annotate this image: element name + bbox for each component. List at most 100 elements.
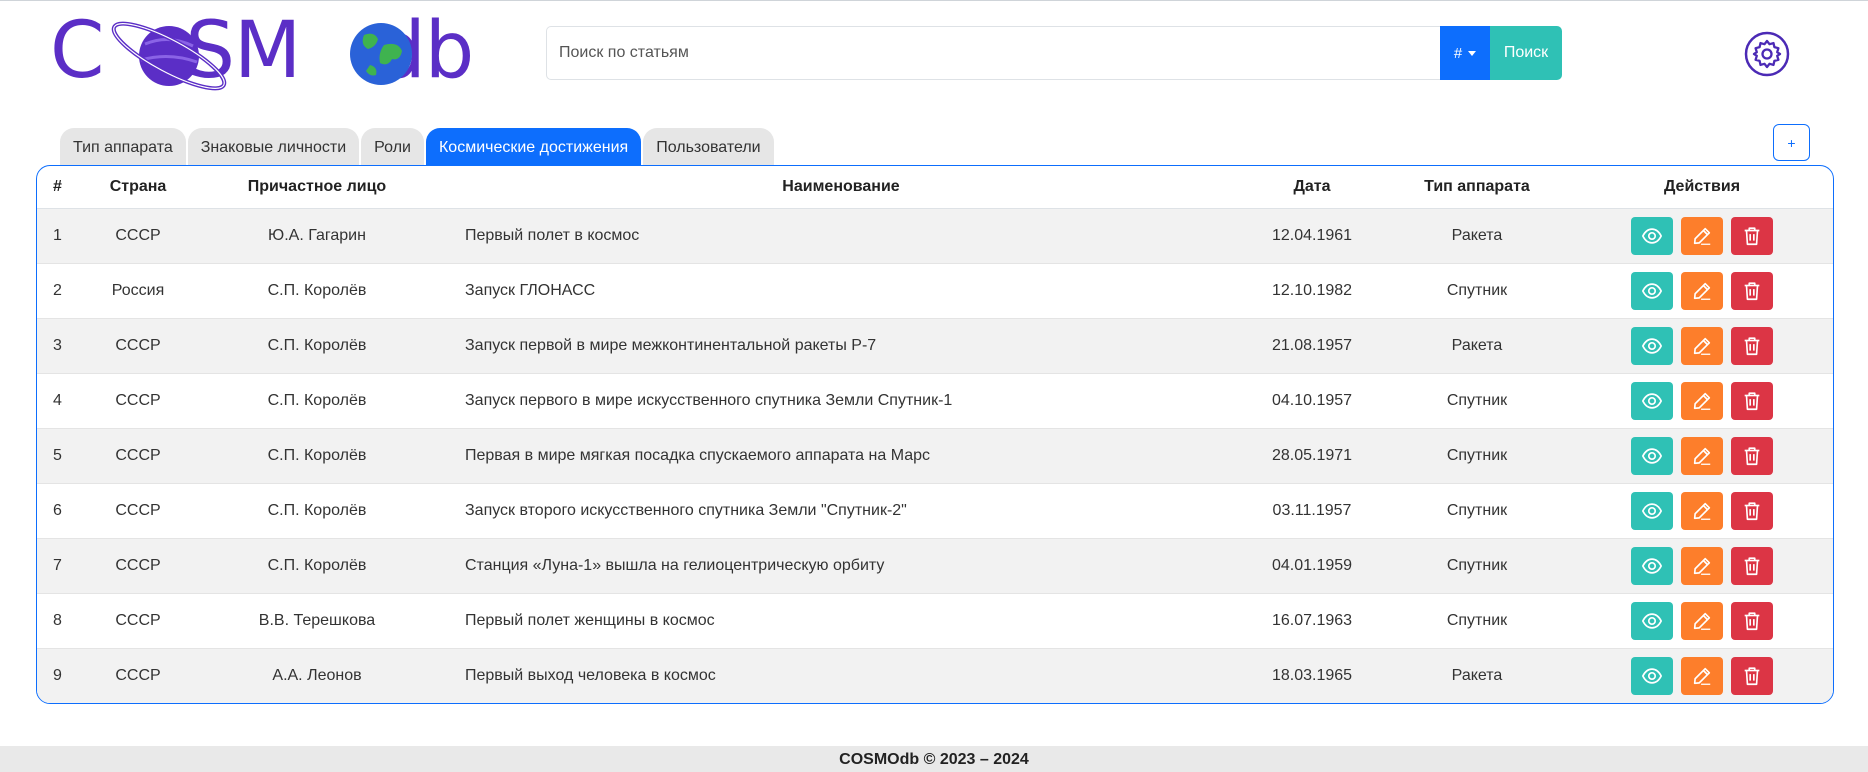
- pencil-icon: [1693, 392, 1711, 410]
- cell-date: 04.10.1957: [1241, 373, 1383, 429]
- delete-button[interactable]: [1731, 381, 1773, 420]
- cell-date: 21.08.1957: [1241, 318, 1383, 374]
- delete-button[interactable]: [1731, 491, 1773, 530]
- cell-actions: [1571, 208, 1833, 264]
- table-row: 1 СССР Ю.А. Гагарин Первый полет в космос 12…: [37, 208, 1833, 264]
- cell-person: В.В. Терешкова: [193, 593, 441, 649]
- cell-actions: [1571, 263, 1833, 319]
- tab-notable-persons[interactable]: Знаковые личности: [187, 128, 360, 166]
- delete-button[interactable]: [1731, 436, 1773, 475]
- cell-device-type: Спутник: [1383, 538, 1571, 594]
- table-row: 3 СССР С.П. Королёв Запуск первой в мире ме…: [37, 318, 1833, 374]
- cell-title: Станция «Луна-1» вышла на гелиоцентричес…: [441, 538, 1241, 594]
- view-button[interactable]: [1631, 546, 1673, 585]
- edit-button[interactable]: [1681, 271, 1723, 310]
- edit-button[interactable]: [1681, 326, 1723, 365]
- row-actions: [1571, 546, 1833, 585]
- column-header-country[interactable]: Страна: [83, 166, 193, 209]
- view-button[interactable]: [1631, 216, 1673, 255]
- view-button[interactable]: [1631, 381, 1673, 420]
- cell-person: С.П. Королёв: [193, 263, 441, 319]
- edit-button[interactable]: [1681, 381, 1723, 420]
- view-button[interactable]: [1631, 436, 1673, 475]
- eye-icon: [1641, 612, 1663, 629]
- tab-bar: Тип аппарата Знаковые личности Роли Косм…: [60, 128, 776, 166]
- cell-person: С.П. Королёв: [193, 318, 441, 374]
- cell-number: 5: [37, 428, 83, 484]
- cell-person: А.А. Леонов: [193, 648, 441, 703]
- view-button[interactable]: [1631, 326, 1673, 365]
- cell-country: СССР: [83, 538, 193, 594]
- delete-button[interactable]: [1731, 546, 1773, 585]
- cell-date: 18.03.1965: [1241, 648, 1383, 703]
- edit-button[interactable]: [1681, 601, 1723, 640]
- view-button[interactable]: [1631, 271, 1673, 310]
- planet-ring-icon: [111, 21, 227, 91]
- delete-button[interactable]: [1731, 271, 1773, 310]
- trash-icon: [1744, 226, 1760, 245]
- edit-button[interactable]: [1681, 216, 1723, 255]
- app-logo[interactable]: C SM db: [50, 12, 474, 91]
- pencil-icon: [1693, 557, 1711, 575]
- column-header-title[interactable]: Наименование: [441, 166, 1241, 209]
- cell-number: 6: [37, 483, 83, 539]
- cell-actions: [1571, 593, 1833, 649]
- edit-button[interactable]: [1681, 491, 1723, 530]
- search-input[interactable]: [546, 26, 1440, 80]
- delete-button[interactable]: [1731, 601, 1773, 640]
- eye-icon: [1641, 227, 1663, 244]
- cell-country: СССР: [83, 648, 193, 703]
- eye-icon: [1641, 337, 1663, 354]
- cell-number: 8: [37, 593, 83, 649]
- cell-date: 12.10.1982: [1241, 263, 1383, 319]
- trash-icon: [1744, 446, 1760, 465]
- cell-person: С.П. Королёв: [193, 373, 441, 429]
- column-header-number[interactable]: #: [37, 166, 83, 209]
- add-record-button[interactable]: +: [1773, 124, 1810, 161]
- search-button[interactable]: Поиск: [1490, 26, 1562, 80]
- cell-actions: [1571, 483, 1833, 539]
- cell-actions: [1571, 318, 1833, 374]
- gear-icon[interactable]: [1744, 31, 1790, 77]
- column-header-date[interactable]: Дата: [1241, 166, 1383, 209]
- cell-person: С.П. Королёв: [193, 428, 441, 484]
- footer-copyright: COSMOdb © 2023 – 2024: [839, 751, 1029, 768]
- cell-title: Первый полет женщины в космос: [441, 593, 1241, 649]
- cell-number: 3: [37, 318, 83, 374]
- tab-users[interactable]: Пользователи: [643, 128, 774, 166]
- delete-button[interactable]: [1731, 216, 1773, 255]
- column-header-device-type[interactable]: Тип аппарата: [1383, 166, 1571, 209]
- trash-icon: [1744, 501, 1760, 520]
- view-button[interactable]: [1631, 491, 1673, 530]
- search-filter-dropdown[interactable]: #: [1440, 26, 1490, 80]
- pencil-icon: [1693, 612, 1711, 630]
- cell-title: Запуск первой в мире межконтинентальной …: [441, 318, 1241, 374]
- cell-device-type: Спутник: [1383, 483, 1571, 539]
- cell-title: Запуск ГЛОНАСС: [441, 263, 1241, 319]
- column-header-person[interactable]: Причастное лицо: [193, 166, 441, 209]
- trash-icon: [1744, 281, 1760, 300]
- edit-button[interactable]: [1681, 436, 1723, 475]
- cell-device-type: Спутник: [1383, 593, 1571, 649]
- caret-down-icon: [1468, 50, 1477, 56]
- delete-button[interactable]: [1731, 656, 1773, 695]
- view-button[interactable]: [1631, 656, 1673, 695]
- table-row: 2 Россия С.П. Королёв Запуск ГЛОНАСС 12.10.1…: [37, 263, 1833, 319]
- cell-actions: [1571, 648, 1833, 703]
- achievements-table-panel: # Страна Причастное лицо Наименование Да…: [36, 165, 1834, 704]
- edit-button[interactable]: [1681, 656, 1723, 695]
- cell-actions: [1571, 538, 1833, 594]
- tab-space-achievements[interactable]: Космические достижения: [425, 128, 642, 166]
- edit-button[interactable]: [1681, 546, 1723, 585]
- tab-roles[interactable]: Роли: [361, 128, 424, 166]
- pencil-icon: [1693, 502, 1711, 520]
- view-button[interactable]: [1631, 601, 1673, 640]
- cell-number: 4: [37, 373, 83, 429]
- eye-icon: [1641, 502, 1663, 519]
- cell-number: 2: [37, 263, 83, 319]
- cell-date: 12.04.1961: [1241, 208, 1383, 264]
- cell-number: 1: [37, 208, 83, 264]
- tab-device-type[interactable]: Тип аппарата: [60, 128, 186, 166]
- cell-actions: [1571, 428, 1833, 484]
- delete-button[interactable]: [1731, 326, 1773, 365]
